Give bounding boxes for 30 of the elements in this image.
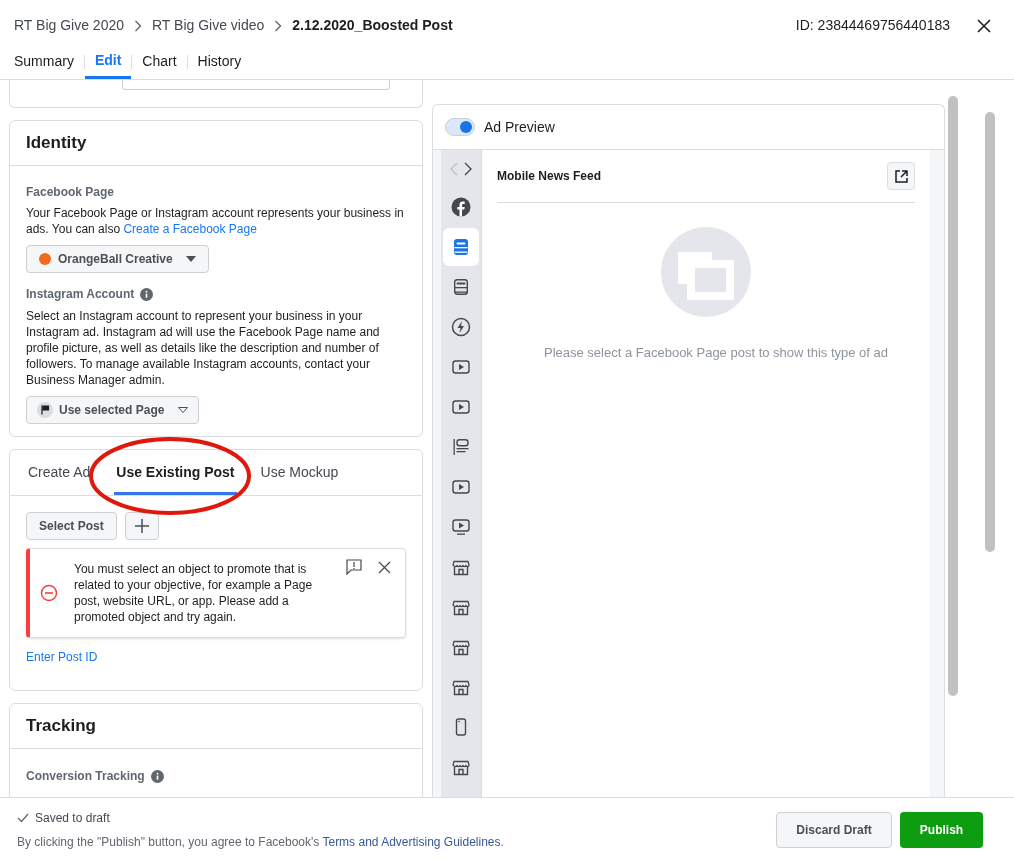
placement-title: Mobile News Feed <box>497 168 602 185</box>
breadcrumb-link[interactable]: RT Big Give video <box>152 15 265 36</box>
breadcrumb-link[interactable]: 2.12.2020_Boosted Post <box>292 15 453 36</box>
nav-tab[interactable]: Chart <box>132 47 187 79</box>
publish-button[interactable]: Publish <box>900 812 983 848</box>
breadcrumb-link[interactable]: RT Big Give 2020 <box>14 15 124 36</box>
discard-button[interactable]: Discard Draft <box>776 812 892 848</box>
field-description: Your Facebook Page or Instagram account represents your business in ads. You can also Create a Facebook Page <box>26 205 405 237</box>
create-page-link[interactable]: Create a Facebook Page <box>123 222 257 236</box>
page-dropdown[interactable]: OrangeBall Creative <box>26 245 209 273</box>
nav-tab[interactable]: Summary <box>14 47 84 79</box>
ad-id-label: ID: 23844469756440183 <box>795 16 950 35</box>
field-label: Conversion Tracking <box>26 768 145 785</box>
field-label: Instagram Account <box>26 286 135 303</box>
preview-title: Ad Preview <box>484 117 555 137</box>
error-message: You must select an object to promote that is related to your objective, for example a Page post, website URL, or app. Please add a promoted object and try again. <box>74 561 314 625</box>
field-description: Select an Instagram account to represent your business in your Instagram ad. Instagram ad will use the Facebook Page name and profile picture, as well as details like the description and number of followers. To manage available Instagram accounts, contact your Business Manager admin. <box>26 308 381 388</box>
section-title: Identity <box>26 132 87 155</box>
enter-post-id-link[interactable]: Enter Post ID <box>26 648 98 666</box>
section-title: Tracking <box>26 715 96 738</box>
agreement-text: By clicking the "Publish" button, you agree to Facebook's Terms and Advertising Guidelines. <box>17 834 504 851</box>
creative-tab[interactable]: Use Mockup <box>258 449 341 495</box>
terms-link[interactable]: Terms and Advertising Guidelines <box>322 835 501 849</box>
save-status: Saved to draft <box>35 810 110 827</box>
instagram-dropdown[interactable]: Use selected Page <box>26 396 200 424</box>
empty-preview-message: Please select a Facebook Page post to show this type of ad <box>543 344 888 362</box>
field-label: Facebook Page <box>26 184 116 201</box>
nav-tab[interactable]: History <box>187 47 252 79</box>
creative-tab[interactable]: Create Ad <box>26 449 93 495</box>
select-post-button[interactable]: Select Post <box>26 512 117 540</box>
